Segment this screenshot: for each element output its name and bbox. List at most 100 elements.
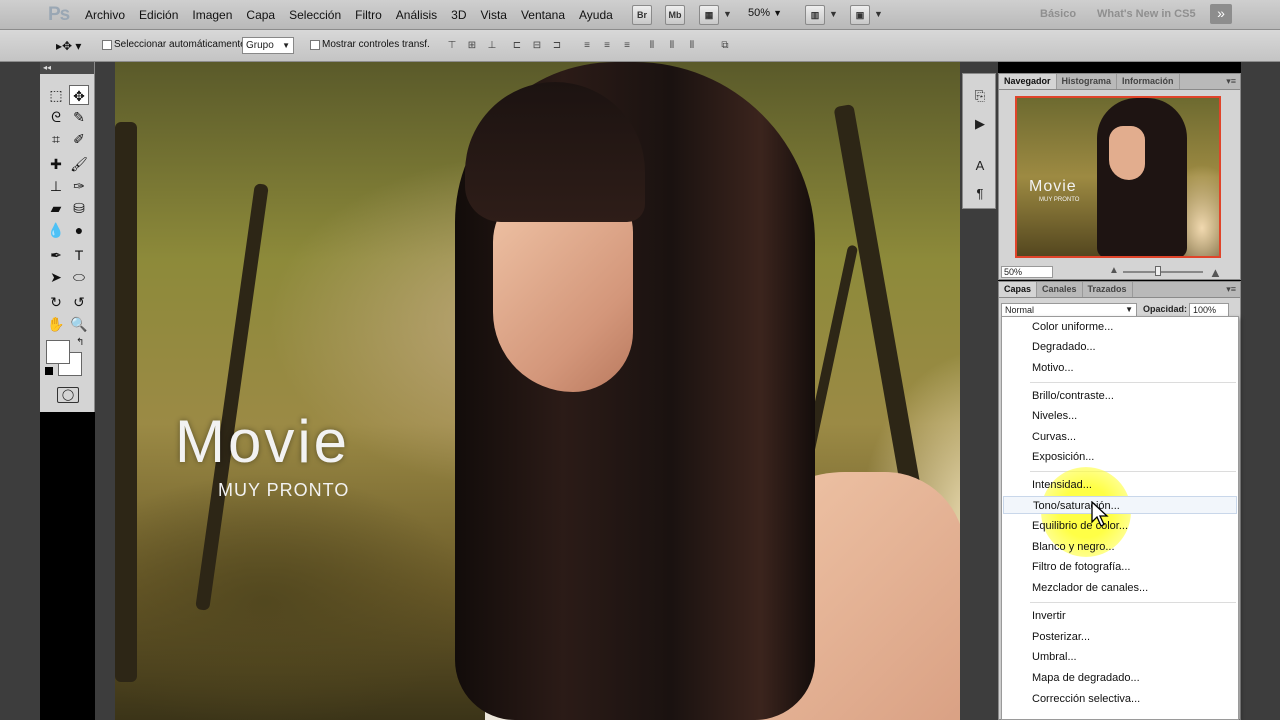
menu-capa[interactable]: Capa: [239, 0, 282, 30]
menu-item-filtro-fotografia[interactable]: Filtro de fotografía...: [1032, 558, 1130, 576]
align-right-icon[interactable]: ⊐: [550, 40, 564, 52]
auto-select-checkbox[interactable]: [102, 40, 112, 50]
spot-healing-tool-icon[interactable]: ✚: [46, 154, 66, 174]
blend-mode-select[interactable]: Normal ▼: [1001, 303, 1137, 317]
brush-tool-icon[interactable]: 🖌: [69, 154, 89, 174]
auto-align-icon[interactable]: ⧉: [718, 40, 732, 52]
3d-rotate-tool-icon[interactable]: ↻: [46, 292, 66, 312]
character-panel-icon[interactable]: A: [970, 156, 990, 176]
show-transform-checkbox[interactable]: [310, 40, 320, 50]
history-brush-tool-icon[interactable]: ✑: [69, 176, 89, 196]
distribute-right-icon[interactable]: ⦀: [685, 40, 699, 52]
menu-item-blanco-negro[interactable]: Blanco y negro...: [1032, 538, 1115, 556]
tab-navegador[interactable]: Navegador: [999, 74, 1057, 89]
workspace-basic[interactable]: Básico: [1040, 8, 1076, 20]
menu-item-degradado[interactable]: Degradado...: [1032, 338, 1096, 356]
auto-select-target-select[interactable]: Grupo ▼: [242, 37, 294, 54]
document-canvas[interactable]: Movie MUY PRONTO: [115, 62, 960, 720]
distribute-bottom-icon[interactable]: ≡: [620, 40, 634, 52]
menu-item-color-uniforme[interactable]: Color uniforme...: [1032, 318, 1113, 336]
crop-tool-icon[interactable]: ⌗: [46, 129, 66, 149]
eraser-tool-icon[interactable]: ▰: [46, 198, 66, 218]
menu-item-mezclador-canales[interactable]: Mezclador de canales...: [1032, 579, 1148, 597]
navigator-thumbnail[interactable]: Movie MUY PRONTO: [1015, 96, 1221, 258]
marquee-tool-icon[interactable]: ⬚: [46, 85, 66, 105]
menu-item-curvas[interactable]: Curvas...: [1032, 428, 1076, 446]
move-tool-icon[interactable]: ✥: [69, 85, 89, 105]
path-selection-tool-icon[interactable]: ➤: [46, 267, 66, 287]
toolbox-header[interactable]: ◂◂: [40, 62, 94, 74]
chevron-down-icon[interactable]: ▼: [829, 9, 838, 19]
distribute-vcenter-icon[interactable]: ≡: [600, 40, 614, 52]
blur-tool-icon[interactable]: 💧: [46, 220, 66, 240]
tab-canales[interactable]: Canales: [1037, 282, 1083, 297]
3d-orbit-tool-icon[interactable]: ↺: [69, 292, 89, 312]
hand-tool-icon[interactable]: ✋: [46, 314, 66, 334]
menu-item-umbral[interactable]: Umbral...: [1032, 648, 1077, 666]
menu-seleccion[interactable]: Selección: [282, 0, 348, 30]
paragraph-panel-icon[interactable]: ¶: [970, 184, 990, 204]
lasso-tool-icon[interactable]: ᘓ: [46, 107, 66, 127]
default-colors-icon[interactable]: [45, 367, 53, 375]
tab-informacion[interactable]: Información: [1117, 74, 1180, 89]
zoom-in-icon[interactable]: ▲: [1209, 265, 1222, 280]
shape-tool-icon[interactable]: ⬭: [69, 267, 89, 287]
arrange-documents-button[interactable]: ▥: [805, 5, 825, 25]
menu-item-invertir[interactable]: Invertir: [1032, 607, 1066, 625]
menu-item-motivo[interactable]: Motivo...: [1032, 359, 1074, 377]
more-workspaces-button[interactable]: »: [1210, 4, 1232, 24]
navigator-zoom-knob[interactable]: [1155, 266, 1161, 276]
menu-item-brillo-contraste[interactable]: Brillo/contraste...: [1032, 387, 1114, 405]
menu-item-mapa-degradado[interactable]: Mapa de degradado...: [1032, 669, 1140, 687]
distribute-left-icon[interactable]: ⦀: [645, 40, 659, 52]
panel-menu-icon[interactable]: ▾≡: [1226, 74, 1240, 89]
tab-trazados[interactable]: Trazados: [1083, 282, 1133, 297]
zoom-out-icon[interactable]: ▲: [1109, 265, 1119, 276]
navigator-zoom-field[interactable]: 50%: [1001, 266, 1053, 278]
distribute-hcenter-icon[interactable]: ⦀: [665, 40, 679, 52]
menu-item-correccion-selectiva[interactable]: Corrección selectiva...: [1032, 690, 1140, 708]
menu-ventana[interactable]: Ventana: [514, 0, 572, 30]
clone-stamp-tool-icon[interactable]: ⊥: [46, 176, 66, 196]
tab-histograma[interactable]: Histograma: [1057, 74, 1118, 89]
view-extras-button[interactable]: ▦: [699, 5, 719, 25]
pen-tool-icon[interactable]: ✒: [46, 245, 66, 265]
quick-selection-tool-icon[interactable]: ✎: [69, 107, 89, 127]
foreground-color-swatch[interactable]: [46, 340, 70, 364]
align-top-icon[interactable]: ⊤: [445, 40, 459, 52]
screen-mode-button[interactable]: ▣: [850, 5, 870, 25]
panel-menu-icon[interactable]: ▾≡: [1226, 282, 1240, 297]
navigator-zoom-slider[interactable]: [1123, 271, 1203, 273]
menu-ayuda[interactable]: Ayuda: [572, 0, 620, 30]
distribute-top-icon[interactable]: ≡: [580, 40, 594, 52]
type-tool-icon[interactable]: T: [69, 245, 89, 265]
menu-archivo[interactable]: Archivo: [78, 0, 132, 30]
minibridge-button[interactable]: Mb: [665, 5, 685, 25]
align-hcenter-icon[interactable]: ⊟: [530, 40, 544, 52]
align-vcenter-icon[interactable]: ⊞: [465, 40, 479, 52]
menu-imagen[interactable]: Imagen: [185, 0, 239, 30]
move-tool-preset-icon[interactable]: ▸✥ ▾: [56, 39, 81, 53]
opacity-field[interactable]: 100%: [1189, 303, 1229, 317]
bridge-button[interactable]: Br: [632, 5, 652, 25]
quick-mask-button[interactable]: ◯: [57, 387, 79, 403]
menu-3d[interactable]: 3D: [444, 0, 473, 30]
workspace-whats-new[interactable]: What's New in CS5: [1097, 8, 1196, 20]
menu-item-exposicion[interactable]: Exposición...: [1032, 448, 1094, 466]
menu-analisis[interactable]: Análisis: [389, 0, 444, 30]
menu-edicion[interactable]: Edición: [132, 0, 185, 30]
tab-capas[interactable]: Capas: [999, 282, 1038, 297]
actions-panel-icon[interactable]: ▶: [970, 114, 990, 134]
menu-item-tono-saturacion[interactable]: Tono/saturación...: [1003, 496, 1237, 514]
align-bottom-icon[interactable]: ⊥: [485, 40, 499, 52]
menu-vista[interactable]: Vista: [474, 0, 514, 30]
eyedropper-tool-icon[interactable]: ✐: [69, 129, 89, 149]
zoom-level-select[interactable]: 50% ▼: [748, 7, 782, 19]
dodge-tool-icon[interactable]: ●: [69, 220, 89, 240]
menu-item-intensidad[interactable]: Intensidad...: [1032, 476, 1092, 494]
chevron-down-icon[interactable]: ▼: [874, 9, 883, 19]
menu-filtro[interactable]: Filtro: [348, 0, 389, 30]
align-left-icon[interactable]: ⊏: [510, 40, 524, 52]
menu-item-niveles[interactable]: Niveles...: [1032, 407, 1077, 425]
chevron-down-icon[interactable]: ▼: [723, 9, 732, 19]
